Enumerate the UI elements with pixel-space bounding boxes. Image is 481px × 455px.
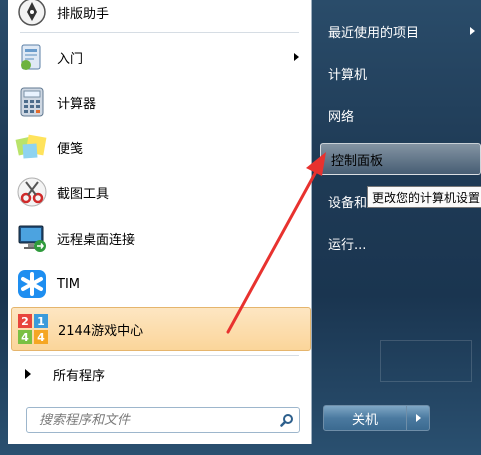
program-item-tim[interactable]: TIM [11, 262, 309, 306]
calculator-icon [15, 85, 49, 119]
submenu-arrow-icon [294, 53, 299, 61]
program-item-sticky-notes[interactable]: 便笺 [11, 125, 309, 169]
right-item-label: 网络 [328, 109, 355, 125]
game-icon-digit: 4 [37, 331, 45, 344]
pen-nib-icon [15, 0, 49, 29]
program-label: 截图工具 [57, 186, 110, 202]
program-item-2144-game-center[interactable]: 2 1 4 4 2144游戏中心 [11, 307, 311, 351]
game-icon-digit: 1 [37, 315, 45, 328]
search-input[interactable] [27, 411, 275, 429]
program-label: TIM [57, 276, 80, 292]
program-label: 便笺 [57, 141, 84, 157]
getting-started-icon [15, 40, 49, 74]
program-label: 入门 [57, 51, 84, 67]
program-item-remote-desktop[interactable]: 远程桌面连接 [11, 216, 309, 260]
tim-star-icon [15, 267, 49, 301]
right-item-label: 最近使用的项目 [328, 25, 420, 41]
programs-pane: 排版助手 入门 计算器 便笺 截图工具 远程桌面连接 TIM 2 1 4 4 2… [8, 0, 312, 444]
shutdown-options-button[interactable] [407, 405, 430, 431]
chevron-right-icon [415, 414, 421, 422]
game-icon-digit: 4 [21, 331, 29, 344]
right-item-label: 计算机 [328, 67, 368, 83]
all-programs-button[interactable]: 所有程序 [11, 355, 309, 393]
submenu-arrow-icon [470, 27, 475, 35]
expand-arrow-icon [25, 369, 31, 379]
program-item-snipping-tool[interactable]: 截图工具 [11, 170, 309, 214]
shutdown-button[interactable]: 关机 [323, 405, 407, 431]
search-icon[interactable] [275, 409, 299, 431]
right-item-control-panel[interactable]: 控制面板 [320, 143, 481, 175]
shutdown-group: 关机 [323, 405, 430, 431]
program-item-getting-started[interactable]: 入门 [11, 35, 309, 79]
right-item-recent-items[interactable]: 最近使用的项目 [318, 14, 481, 48]
search-box[interactable] [26, 407, 300, 433]
program-label: 计算器 [57, 96, 97, 112]
sticky-notes-icon [15, 130, 49, 164]
right-item-label: 设备和 [328, 195, 368, 211]
right-item-computer[interactable]: 计算机 [318, 56, 481, 90]
remote-desktop-icon [15, 221, 49, 255]
2144-game-icon: 2 1 4 4 [16, 312, 50, 346]
tooltip: 更改您的计算机设置 [367, 186, 481, 208]
program-label: 2144游戏中心 [58, 323, 144, 339]
program-item-calculator[interactable]: 计算器 [11, 80, 309, 124]
snipping-tool-icon [15, 175, 49, 209]
program-item-pinned[interactable]: 排版助手 [11, 0, 309, 34]
divider [20, 32, 299, 33]
all-programs-label: 所有程序 [53, 368, 106, 384]
program-label: 远程桌面连接 [57, 232, 136, 248]
background-window [380, 340, 472, 382]
right-item-network[interactable]: 网络 [318, 98, 481, 132]
right-item-run[interactable]: 运行... [318, 226, 481, 260]
program-label: 排版助手 [57, 6, 110, 22]
game-icon-digit: 2 [21, 315, 29, 328]
right-item-label: 运行... [328, 237, 367, 253]
right-item-label: 控制面板 [331, 153, 384, 169]
